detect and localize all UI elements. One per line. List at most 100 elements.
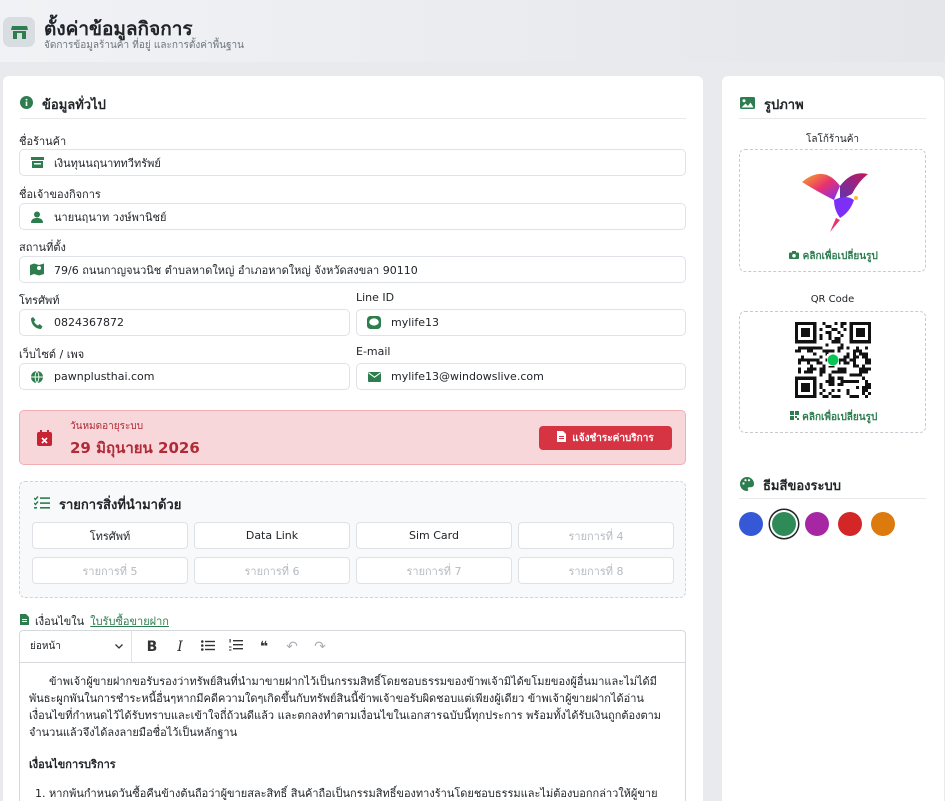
shop-logo-image <box>796 160 870 238</box>
accessory-item[interactable]: รายการที่ 4 <box>518 522 674 549</box>
qr-label: QR Code <box>810 294 855 305</box>
general-info-card: ข้อมูลทั่วไป ชื่อร้านค้า เงินทุนนฤนาททวี… <box>3 76 703 801</box>
theme-color-swatch[interactable] <box>871 512 895 536</box>
images-title: รูปภาพ <box>764 98 804 113</box>
general-info-title: ข้อมูลทั่วไป <box>42 98 106 113</box>
qrcode-icon <box>789 411 799 423</box>
accessory-item[interactable]: รายการที่ 5 <box>32 557 188 584</box>
address-label: สถานที่ตั้ง <box>19 241 66 254</box>
italic-button[interactable]: I <box>166 631 194 663</box>
numbered-list-icon <box>229 638 243 655</box>
accessory-item[interactable]: รายการที่ 8 <box>518 557 674 584</box>
logo-upload-box[interactable]: คลิกเพื่อเปลี่ยนรูป <box>739 149 926 272</box>
store-icon <box>3 17 35 47</box>
accessories-box: รายการสิ่งที่นำมาด้วย โทรศัพท์ Data Link S… <box>19 481 686 598</box>
accessory-item[interactable]: Sim Card <box>356 522 512 549</box>
accessory-item[interactable]: รายการที่ 7 <box>356 557 512 584</box>
theme-color-swatch[interactable] <box>739 512 763 536</box>
expiry-label: วันหมดอายุระบบ <box>70 421 144 432</box>
accessory-item[interactable]: Data Link <box>194 522 350 549</box>
file-icon <box>20 614 29 628</box>
terms-label: เงื่อนไขใน ใบรับซื้อขายฝาก <box>20 612 169 630</box>
terms-label-prefix: เงื่อนไขใน <box>35 615 85 628</box>
theme-color-swatch[interactable] <box>772 512 796 536</box>
numbered-list-button[interactable] <box>222 631 250 663</box>
email-field[interactable]: mylife13@windowslive.com <box>356 363 686 390</box>
accessory-item[interactable]: โทรศัพท์ <box>32 522 188 549</box>
line-id-value: mylife13 <box>391 316 439 329</box>
qr-change-label: คลิกเพื่อเปลี่ยนรูป <box>802 412 878 423</box>
logo-change-label: คลิกเพื่อเปลี่ยนรูป <box>802 251 878 262</box>
paragraph-style-value: ย่อหน้า <box>30 641 61 652</box>
map-location-icon <box>20 263 54 276</box>
blockquote-button[interactable]: ❝ <box>250 631 278 663</box>
theme-color-swatch[interactable] <box>805 512 829 536</box>
checklist-icon <box>33 495 50 514</box>
images-card: รูปภาพ โลโก้ร้านค้า คลิกเพื่อเปลี่ยนรูป … <box>722 76 944 801</box>
theme-color-swatch[interactable] <box>838 512 862 536</box>
email-value: mylife13@windowslive.com <box>391 370 544 383</box>
paragraph-style-select[interactable]: ย่อหน้า <box>20 630 132 663</box>
pay-service-button[interactable]: แจ้งชำระค่าบริการ <box>539 426 672 450</box>
address-field[interactable]: 79/6 ถนนกาญจนวนิช ตำบลหาดใหญ่ อำเภอหาดให… <box>19 256 686 283</box>
expiry-alert: วันหมดอายุระบบ 29 มิถุนายน 2026 แจ้งชำระ… <box>19 410 686 465</box>
shop-name-label: ชื่อร้านค้า <box>19 135 67 148</box>
logo-change-link[interactable]: คลิกเพื่อเปลี่ยนรูป <box>740 249 927 264</box>
qr-code-image <box>795 322 871 402</box>
website-field[interactable]: pawnplusthai.com <box>19 363 350 390</box>
website-value: pawnplusthai.com <box>54 370 155 383</box>
palette-icon <box>740 476 755 495</box>
editor-content[interactable]: ข้าพเจ้าผู้ขายฝากขอรับรองว่าทรัพย์สินที่… <box>20 663 685 801</box>
bullet-list-icon <box>201 639 215 655</box>
line-id-field[interactable]: mylife13 <box>356 309 686 336</box>
pay-service-label: แจ้งชำระค่าบริการ <box>572 432 654 444</box>
theme-heading: ธีมสีของระบบ <box>740 475 841 496</box>
invoice-icon <box>557 431 567 445</box>
owner-label: ชื่อเจ้าของกิจการ <box>19 188 101 201</box>
divider <box>739 118 926 119</box>
image-icon <box>740 96 755 113</box>
editor-toolbar: ย่อหน้า B I ❝ ↶ ↷ <box>20 630 685 663</box>
accessory-item[interactable]: รายการที่ 6 <box>194 557 350 584</box>
line-icon <box>357 316 391 329</box>
terms-paragraph: ข้าพเจ้าผู้ขายฝากขอรับรองว่าทรัพย์สินที่… <box>29 675 662 739</box>
owner-value: นายนฤนาท วงษ์พานิชย์ <box>54 210 167 224</box>
envelope-icon <box>357 371 391 382</box>
shop-name-value: เงินทุนนฤนาททวีทรัพย์ <box>54 156 161 170</box>
divider <box>20 118 686 119</box>
globe-icon <box>20 370 54 383</box>
email-label: E-mail <box>356 345 391 358</box>
bold-button[interactable]: B <box>138 631 166 663</box>
divider <box>739 498 926 499</box>
phone-field[interactable]: 0824367872 <box>19 309 350 336</box>
user-icon <box>20 211 54 223</box>
terms-label-link[interactable]: ใบรับซื้อขายฝาก <box>90 612 169 630</box>
general-info-heading: ข้อมูลทั่วไป <box>20 94 106 115</box>
terms-list: หากพ้นกำหนดวันซื้อคืนข้างต้นถือว่าผู้ขาย… <box>29 785 676 801</box>
owner-field[interactable]: นายนฤนาท วงษ์พานิชย์ <box>19 203 686 230</box>
phone-icon <box>20 316 54 329</box>
phone-label: โทรศัพท์ <box>19 294 60 307</box>
expiry-date: 29 มิถุนายน 2026 <box>70 439 200 457</box>
address-value: 79/6 ถนนกาญจนวนิช ตำบลหาดใหญ่ อำเภอหาดให… <box>54 263 418 277</box>
line-id-label: Line ID <box>356 291 395 304</box>
theme-title: ธีมสีของระบบ <box>763 479 841 494</box>
accessories-heading: รายการสิ่งที่นำมาด้วย <box>33 494 182 515</box>
logo-label: โลโก้ร้านค้า <box>805 134 860 145</box>
terms-editor[interactable]: ย่อหน้า B I ❝ ↶ ↷ ข้าพเจ้าผู้ขายฝากขอรับ… <box>19 630 686 801</box>
redo-button[interactable]: ↷ <box>306 631 334 663</box>
terms-heading: เงื่อนไขการบริการ <box>29 758 116 771</box>
store-icon <box>20 157 54 168</box>
page-header: ตั้งค่าข้อมูลกิจการ จัดการข้อมูลร้านค้า … <box>0 0 945 62</box>
info-icon <box>20 96 33 113</box>
camera-icon <box>789 251 800 262</box>
bullet-list-button[interactable] <box>194 631 222 663</box>
qr-change-link[interactable]: คลิกเพื่อเปลี่ยนรูป <box>740 410 927 425</box>
qr-upload-box[interactable]: คลิกเพื่อเปลี่ยนรูป <box>739 311 926 433</box>
page-subtitle: จัดการข้อมูลร้านค้า ที่อยู่ และการตั้งค่… <box>44 40 244 51</box>
shop-name-field[interactable]: เงินทุนนฤนาททวีทรัพย์ <box>19 149 686 176</box>
undo-button[interactable]: ↶ <box>278 631 306 663</box>
calendar-x-icon <box>37 430 52 450</box>
accessories-title: รายการสิ่งที่นำมาด้วย <box>59 498 182 513</box>
images-heading: รูปภาพ <box>740 94 804 115</box>
